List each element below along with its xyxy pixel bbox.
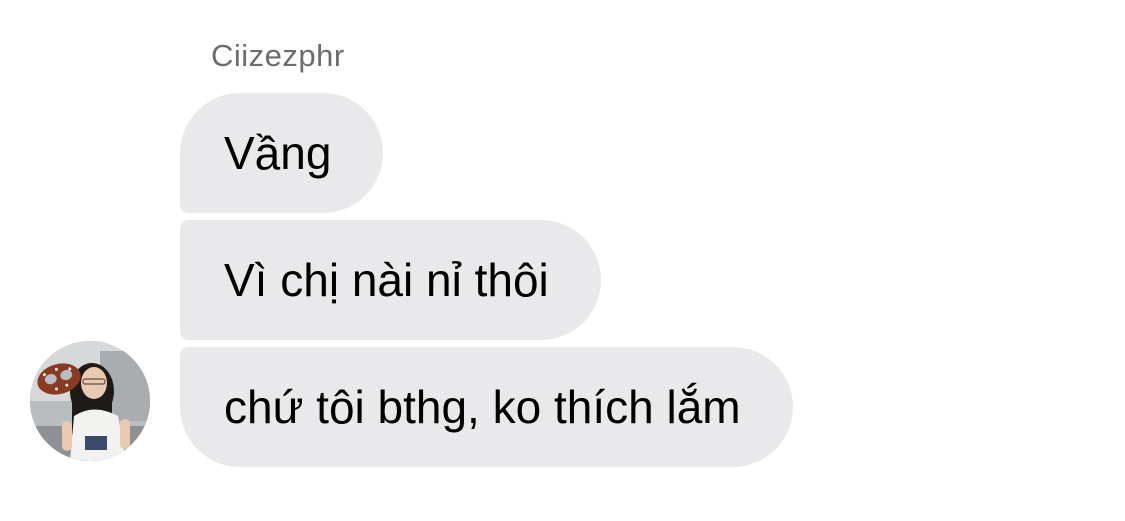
message-text: Vầng	[224, 127, 332, 179]
avatar[interactable]	[30, 341, 150, 461]
message-bubble[interactable]: chứ tôi bthg, ko thích lắm	[180, 347, 793, 467]
message-bubble[interactable]: Vầng	[180, 93, 384, 213]
message-text: Vì chị nài nỉ thôi	[224, 254, 549, 306]
message-bubble[interactable]: Vì chị nài nỉ thôi	[180, 220, 601, 340]
sender-name: Ciizezphr	[211, 38, 345, 73]
message-text: chứ tôi bthg, ko thích lắm	[224, 381, 741, 433]
avatar-photo-icon	[30, 341, 150, 461]
